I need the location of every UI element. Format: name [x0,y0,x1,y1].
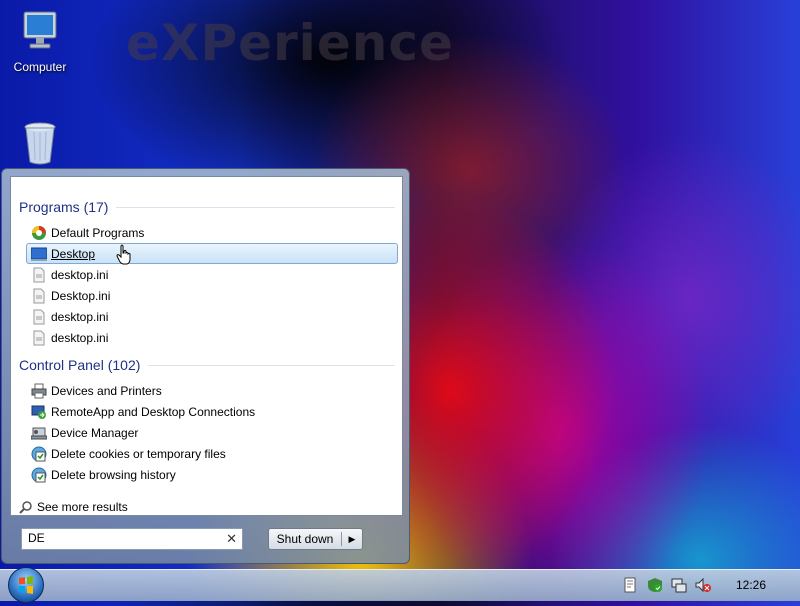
result-label: Devices and Printers [51,383,162,398]
taskbar: 12:26 [0,567,800,603]
hand-cursor-icon [116,244,131,265]
see-more-label: See more results [37,500,128,514]
result-label: RemoteApp and Desktop Connections [51,404,256,419]
network-icon[interactable] [671,577,687,593]
result-item-desktop-ini[interactable]: desktop.ini [26,327,398,348]
search-input-value: DE [28,531,45,545]
shutdown-button-group: Shut down ▶ [268,528,363,550]
desktop-icon-recycle-bin[interactable] [0,120,80,170]
result-item-desktop-ini[interactable]: Desktop.ini [26,285,398,306]
ini-file-icon [33,267,45,282]
result-label: desktop.ini [51,267,109,282]
result-label: desktop.ini [51,330,109,345]
windows-logo-icon [19,576,33,594]
result-item-desktop[interactable]: Desktop [26,243,398,265]
result-label: Desktop [51,246,96,261]
group-heading-programs[interactable]: Programs (17) [19,199,395,215]
result-item-delete-cookies[interactable]: Delete cookies or temporary files [26,443,398,464]
group-heading-control-panel[interactable]: Control Panel (102) [19,357,395,373]
desktop-icon-label: Computer [13,60,67,74]
result-label: Delete browsing history [51,467,176,482]
divider [148,364,395,366]
result-item-delete-browsing-history[interactable]: Delete browsing history [26,464,398,485]
action-center-icon[interactable] [622,577,638,593]
ini-file-icon [33,330,45,345]
result-item-desktop-ini[interactable]: desktop.ini [26,306,398,327]
search-results-pane: Programs (17) Default Programs Desktop d… [10,176,403,516]
volume-muted-icon[interactable] [695,577,711,593]
recycle-bin-icon [24,122,56,165]
result-label: desktop.ini [51,309,109,324]
ini-file-icon [33,309,45,324]
shutdown-button[interactable]: Shut down [269,532,342,546]
group-title: Programs (17) [19,199,109,215]
group-title: Control Panel (102) [19,357,141,373]
result-label: Desktop.ini [51,288,111,303]
desktop-icon-computer[interactable]: Computer [0,8,80,74]
result-item-default-programs[interactable]: Default Programs [26,222,398,243]
remoteapp-icon [31,405,46,419]
clear-search-icon[interactable]: ✕ [226,531,237,547]
result-label: Default Programs [51,225,145,240]
security-icon[interactable] [647,577,663,593]
printer-icon [31,383,47,398]
default-programs-icon [32,225,46,240]
search-icon [19,501,32,514]
result-item-remoteapp[interactable]: RemoteApp and Desktop Connections [26,401,398,422]
internet-options-icon [31,467,47,482]
internet-options-icon [31,446,47,461]
ini-file-icon [33,288,45,303]
start-button[interactable] [8,567,44,603]
computer-icon [23,11,57,49]
start-menu: Programs (17) Default Programs Desktop d… [1,168,410,564]
wallpaper-brand-text: eXPerience [126,14,454,72]
device-manager-icon [31,427,47,439]
divider [116,206,395,208]
result-label: Delete cookies or temporary files [51,446,226,461]
desktop-shortcut-icon [31,247,47,261]
result-item-device-manager[interactable]: Device Manager [26,422,398,443]
shutdown-options-arrow-icon[interactable]: ▶ [342,534,362,545]
result-item-devices-and-printers[interactable]: Devices and Printers [26,380,398,401]
result-label: Device Manager [51,425,139,440]
start-search-input[interactable]: DE ✕ [21,528,243,550]
taskbar-clock[interactable]: 12:26 [736,578,766,592]
result-item-desktop-ini[interactable]: desktop.ini [26,264,398,285]
see-more-results-link[interactable]: See more results [19,500,128,514]
